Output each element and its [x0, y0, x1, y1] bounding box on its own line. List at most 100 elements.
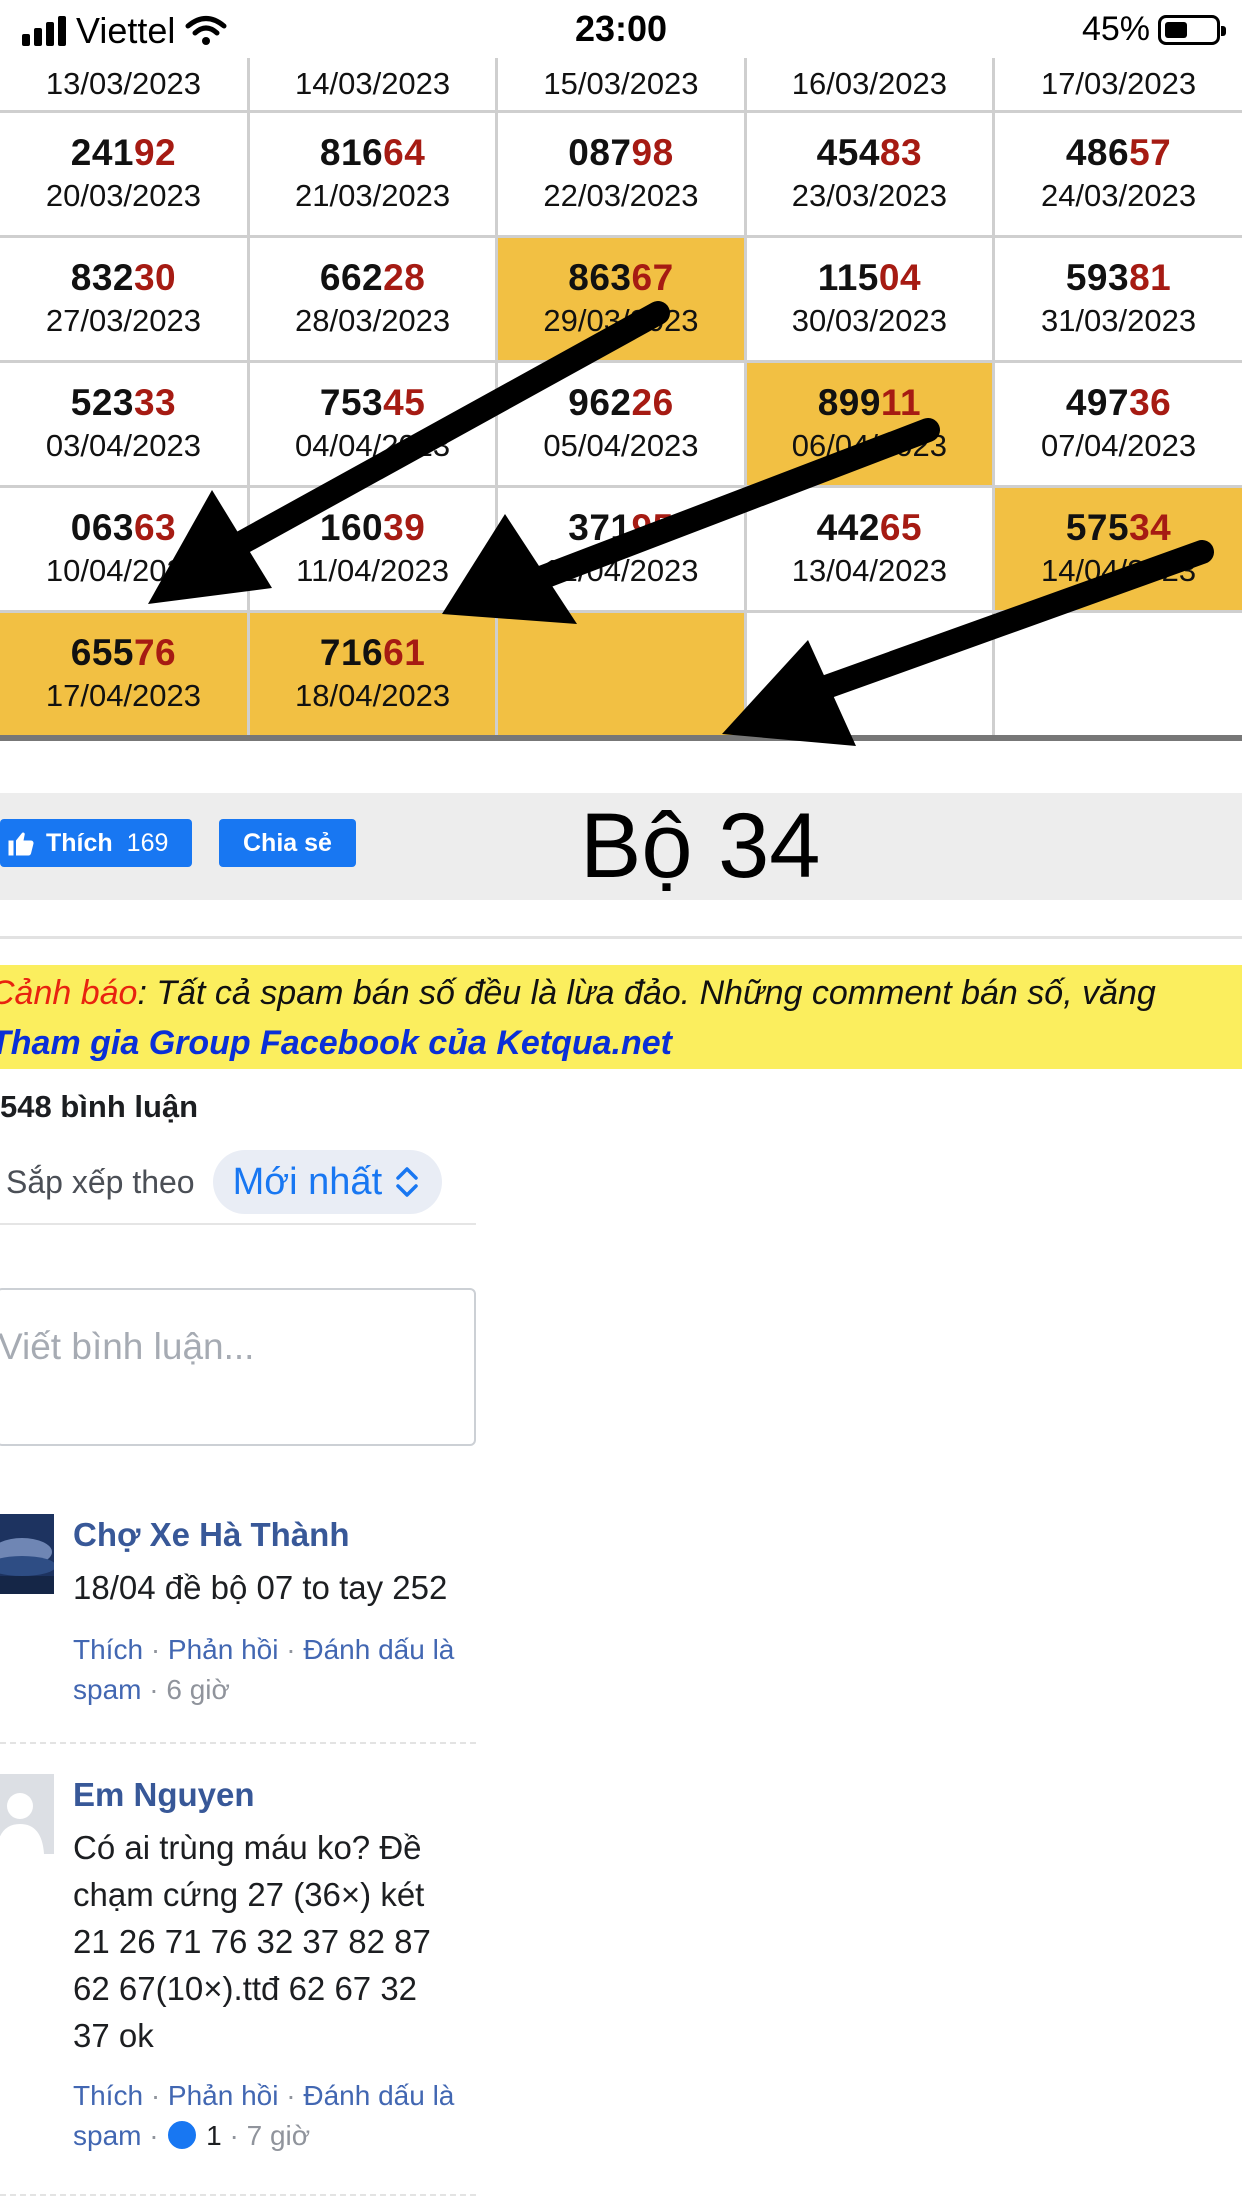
result-date: 28/03/2023	[295, 303, 451, 338]
table-row: 65576 17/04/2023 71661 18/04/2023	[0, 611, 1242, 741]
result-number-suffix: 64	[383, 132, 426, 173]
comment-author[interactable]: Em Nguyen	[73, 1774, 255, 1816]
mark-spam-link-cont[interactable]: spam	[73, 1674, 141, 1705]
result-date: 18/04/2023	[295, 678, 451, 713]
result-cell: 08798 22/03/2023	[496, 111, 747, 238]
mark-spam-link-cont[interactable]: spam	[73, 2120, 141, 2151]
result-number-suffix: 33	[133, 382, 177, 423]
status-bar: Viettel 23:00 45%	[0, 0, 1242, 60]
result-date: 06/04/2023	[791, 428, 947, 463]
result-cell: 71661 18/04/2023	[248, 611, 499, 741]
result-cell: 81664 21/03/2023	[248, 111, 499, 238]
result-number: 48657	[995, 131, 1242, 175]
result-number: 16039	[250, 506, 495, 550]
comment-item: Em Nguyen Có ai trùng máu ko? Đề chạm cứ…	[0, 1774, 480, 2174]
comment-input[interactable]: Viết bình luận...	[0, 1288, 476, 1446]
result-cell: 86367 29/03/2023	[496, 236, 747, 363]
avatar-icon	[0, 1514, 54, 1594]
separator: ·	[229, 2120, 247, 2151]
result-date: 14/04/2023	[1040, 553, 1197, 588]
mark-spam-link[interactable]: Đánh dấu là	[303, 2080, 454, 2111]
result-cell: 15/03/2023	[496, 58, 747, 113]
facebook-group-link[interactable]: Tham gia Group Facebook của Ketqua.net	[0, 1023, 672, 1063]
result-cell: 65576 17/04/2023	[0, 611, 250, 741]
result-number-suffix: 57	[1129, 132, 1172, 173]
like-label: Thích	[46, 828, 113, 857]
warning-banner: Cảnh báo: Tất cả spam bán số đều là lừa …	[0, 965, 1242, 1069]
result-cell: 16039 11/04/2023	[248, 486, 499, 613]
result-number-suffix: 39	[383, 507, 426, 548]
result-number-suffix: 65	[879, 507, 923, 548]
sort-value: Mới nhất	[232, 1160, 383, 1203]
separator: ·	[149, 2120, 167, 2151]
result-cell: 66228 28/03/2023	[248, 236, 499, 363]
result-cell: 13/03/2023	[0, 58, 250, 113]
results-table: 13/03/2023 14/03/2023 15/03/2023 16/03/2…	[0, 58, 1242, 741]
result-date: 16/03/2023	[791, 66, 947, 101]
warning-message: : Tất cả spam bán số đều là lừa đảo. Nhữ…	[137, 974, 1156, 1012]
comment-text: Có ai trùng máu ko? Đề chạm cứng 27 (36×…	[73, 1824, 483, 2059]
comment-time[interactable]: 6 giờ	[166, 1674, 230, 1705]
like-link[interactable]: Thích	[73, 2080, 143, 2111]
result-date: 11/04/2023	[296, 553, 450, 588]
comment-actions: Thích · Phản hồi · Đánh dấu là spam · 1 …	[73, 2076, 493, 2156]
result-number-prefix: 115	[817, 257, 879, 298]
comment-author[interactable]: Chợ Xe Hà Thành	[73, 1514, 350, 1556]
table-row: 24192 20/03/2023 81664 21/03/2023 08798 22/03…	[0, 111, 1242, 238]
comment-actions: Thích · Phản hồi · Đánh dấu là spam · 6 …	[73, 1630, 493, 1710]
result-cell: 96226 05/04/2023	[496, 361, 747, 488]
comment-line: 62 67(10×).ttđ 62 67 32	[73, 1970, 418, 2007]
result-number-prefix: 899	[817, 382, 881, 423]
result-number-prefix: 486	[1065, 132, 1130, 173]
result-cell: 45483 23/03/2023	[745, 111, 996, 238]
result-number-suffix: 26	[631, 382, 674, 423]
avatar[interactable]	[0, 1774, 54, 1854]
result-number-suffix: 92	[133, 132, 177, 173]
avatar[interactable]	[0, 1514, 54, 1594]
table-row: 83230 27/03/2023 66228 28/03/2023 86367 29/03…	[0, 236, 1242, 363]
divider	[0, 1742, 476, 1744]
result-date: 22/03/2023	[543, 178, 699, 213]
reply-link[interactable]: Phản hồi	[168, 2080, 279, 2111]
result-cell: 83230 27/03/2023	[0, 236, 250, 363]
result-date: 07/04/2023	[1040, 428, 1197, 463]
comment-time[interactable]: 7 giờ	[247, 2120, 311, 2151]
result-number: 81664	[250, 131, 495, 175]
table-row: 52333 03/04/2023 75345 04/04/2023 96226 05/04…	[0, 361, 1242, 488]
result-date: 15/03/2023	[543, 66, 699, 101]
result-date: 13/04/2023	[791, 553, 947, 588]
warning-text: Cảnh báo: Tất cả spam bán số đều là lừa …	[0, 973, 1156, 1013]
result-cell	[496, 611, 747, 741]
result-date: 20/03/2023	[45, 178, 202, 213]
result-number-suffix: 61	[383, 632, 426, 673]
facebook-share-button[interactable]: Chia sẻ	[219, 819, 356, 867]
like-reaction-icon[interactable]	[166, 2119, 199, 2151]
divider	[0, 2194, 476, 2196]
result-number: 57534	[995, 506, 1242, 550]
result-number-suffix: 30	[133, 257, 177, 298]
result-date: 12/04/2023	[543, 553, 699, 588]
avatar-icon	[0, 1774, 54, 1854]
result-date: 24/03/2023	[1040, 178, 1197, 213]
result-number: 24192	[0, 131, 247, 175]
result-number-suffix: 63	[133, 507, 177, 548]
result-cell: 06363 10/04/2023	[0, 486, 250, 613]
result-number-prefix: 716	[319, 632, 384, 673]
mark-spam-link[interactable]: Đánh dấu là	[303, 1634, 454, 1665]
result-date: 13/03/2023	[45, 66, 202, 101]
separator: ·	[149, 1674, 167, 1705]
result-number: 45483	[747, 131, 992, 175]
reply-link[interactable]: Phản hồi	[168, 1634, 279, 1665]
comment-line: chạm cứng 27 (36×) két	[73, 1876, 425, 1913]
warning-label: Cảnh báo	[0, 974, 138, 1012]
result-date: 17/03/2023	[1040, 66, 1197, 101]
separator: ·	[150, 2080, 168, 2111]
result-number: 37195	[498, 506, 743, 550]
like-link[interactable]: Thích	[73, 1634, 143, 1665]
comment-item: Chợ Xe Hà Thành 18/04 đề bộ 07 to tay 25…	[0, 1514, 480, 1734]
facebook-like-button[interactable]: Thích 169	[0, 819, 193, 867]
result-cell: 52333 03/04/2023	[0, 361, 250, 488]
result-number-suffix: 98	[631, 132, 674, 173]
divider	[0, 936, 1242, 939]
sort-select[interactable]: Mới nhất	[212, 1150, 443, 1214]
